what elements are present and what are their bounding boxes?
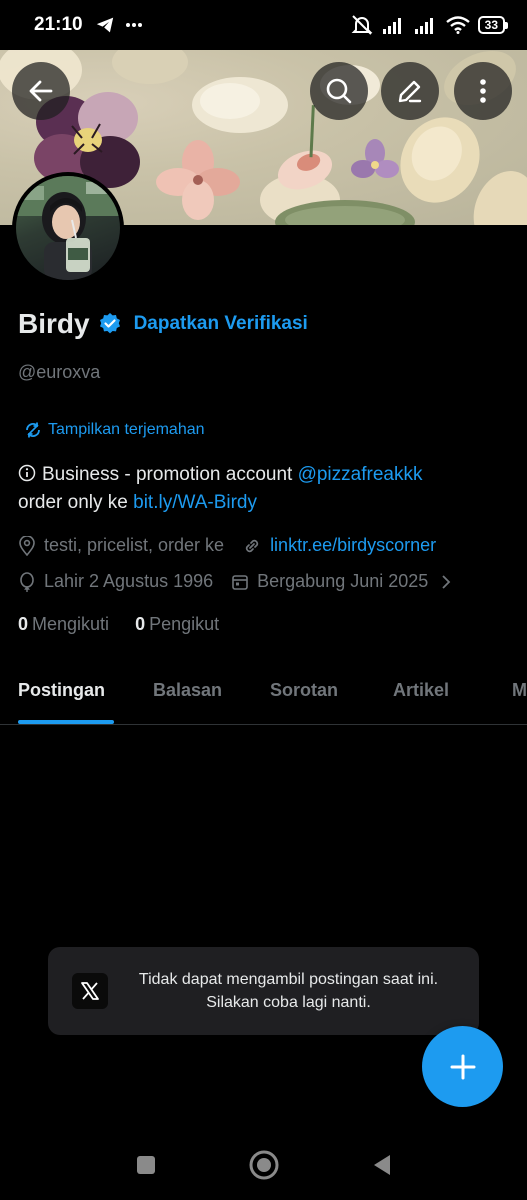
wifi-icon [445,16,470,34]
username-handle: @euroxva [18,362,101,382]
more-options-button[interactable] [454,62,512,120]
translate-icon [26,422,40,438]
back-button[interactable] [12,62,70,120]
status-time: 21:10 [34,14,83,35]
battery-icon: 33 [477,16,509,34]
compose-post-button[interactable] [422,1026,503,1107]
get-verified-link[interactable]: Dapatkan Verifikasi [134,313,308,335]
translate-bio-button[interactable]: Tampilkan terjemahan [24,421,205,439]
location-pin-icon [19,535,35,556]
birthday-item: Lahir 2 Agustus 1996 [18,571,213,592]
profile-meta-row-2: Lahir 2 Agustus 1996 Bergabung Juni 2025 [18,571,452,592]
tab-artikel[interactable]: Artikel [393,680,449,701]
edit-button[interactable] [381,62,439,120]
avatar-image [16,176,120,280]
mute-icon [351,15,373,35]
back-triangle-icon[interactable] [370,1153,394,1177]
home-icon[interactable] [248,1149,280,1181]
website-link[interactable]: linktr.ee/birdyscorner [270,535,436,556]
translate-label: Tampilkan terjemahan [48,421,205,438]
bio-text-middle: order only ke [18,492,134,513]
profile-tabs: Postingan Balasan Sorotan Artikel M [0,660,527,725]
calendar-icon [232,574,248,590]
chevron-right-icon[interactable] [440,574,452,590]
profile-meta-row-1: testi, pricelist, order ke linktr.ee/bir… [18,535,454,556]
followers-label: Pengikut [149,614,220,634]
arrow-left-icon [29,80,53,102]
active-tab-indicator [18,720,114,724]
x-logo-icon [72,973,108,1009]
followers-count: 0 [135,614,146,634]
name-row: Birdy Dapatkan Verifikasi [18,308,308,340]
verified-badge-icon[interactable] [98,312,122,336]
profile-bio: Business - promotion account @pizzafreak… [18,461,508,517]
bio-url-link[interactable]: bit.ly/WA-Birdy [133,492,257,513]
info-icon [18,464,36,482]
followers-count-link[interactable]: 0 Pengikut [135,614,219,635]
pencil-icon [398,80,422,103]
plus-icon [450,1054,475,1079]
balloon-icon [20,571,34,592]
system-navigation-bar [0,1130,527,1200]
toast-message: Tidak dapat mengambil postingan saat ini… [138,971,439,1011]
joined-text: Bergabung Juni 2025 [257,571,429,591]
website-item[interactable]: linktr.ee/birdyscorner [242,535,436,556]
bio-text-prefix: Business - promotion account [42,464,298,485]
following-label: Mengikuti [32,614,110,634]
location-text: testi, pricelist, order ke [44,535,225,555]
search-button[interactable] [310,62,368,120]
birthday-text: Lahir 2 Agustus 1996 [44,571,214,591]
tab-media[interactable]: M [512,680,527,701]
error-toast: Tidak dapat mengambil postingan saat ini… [48,947,479,1035]
avatar-photo [16,176,120,280]
joined-item: Bergabung Juni 2025 [231,571,428,592]
bio-mention-link[interactable]: @pizzafreakkk [298,464,423,485]
search-icon [326,78,352,104]
display-name: Birdy [18,308,90,339]
status-bar: 21:10 33 [0,0,527,50]
link-icon [245,539,259,552]
signal-icon [382,18,401,34]
recent-apps-icon[interactable] [134,1153,158,1177]
follow-counts: 0 Mengikuti 0 Pengikut [18,614,219,635]
signal-icon [414,18,433,34]
tab-balasan[interactable]: Balasan [153,680,222,701]
vertical-dots-icon [480,79,486,103]
more-dots-icon [125,23,142,27]
telegram-icon [96,17,113,33]
avatar[interactable] [12,172,124,284]
following-count: 0 [18,614,29,634]
tab-postingan[interactable]: Postingan [18,680,105,701]
location-item: testi, pricelist, order ke [18,535,224,556]
tab-sorotan[interactable]: Sorotan [270,680,338,701]
following-count-link[interactable]: 0 Mengikuti [18,614,109,635]
